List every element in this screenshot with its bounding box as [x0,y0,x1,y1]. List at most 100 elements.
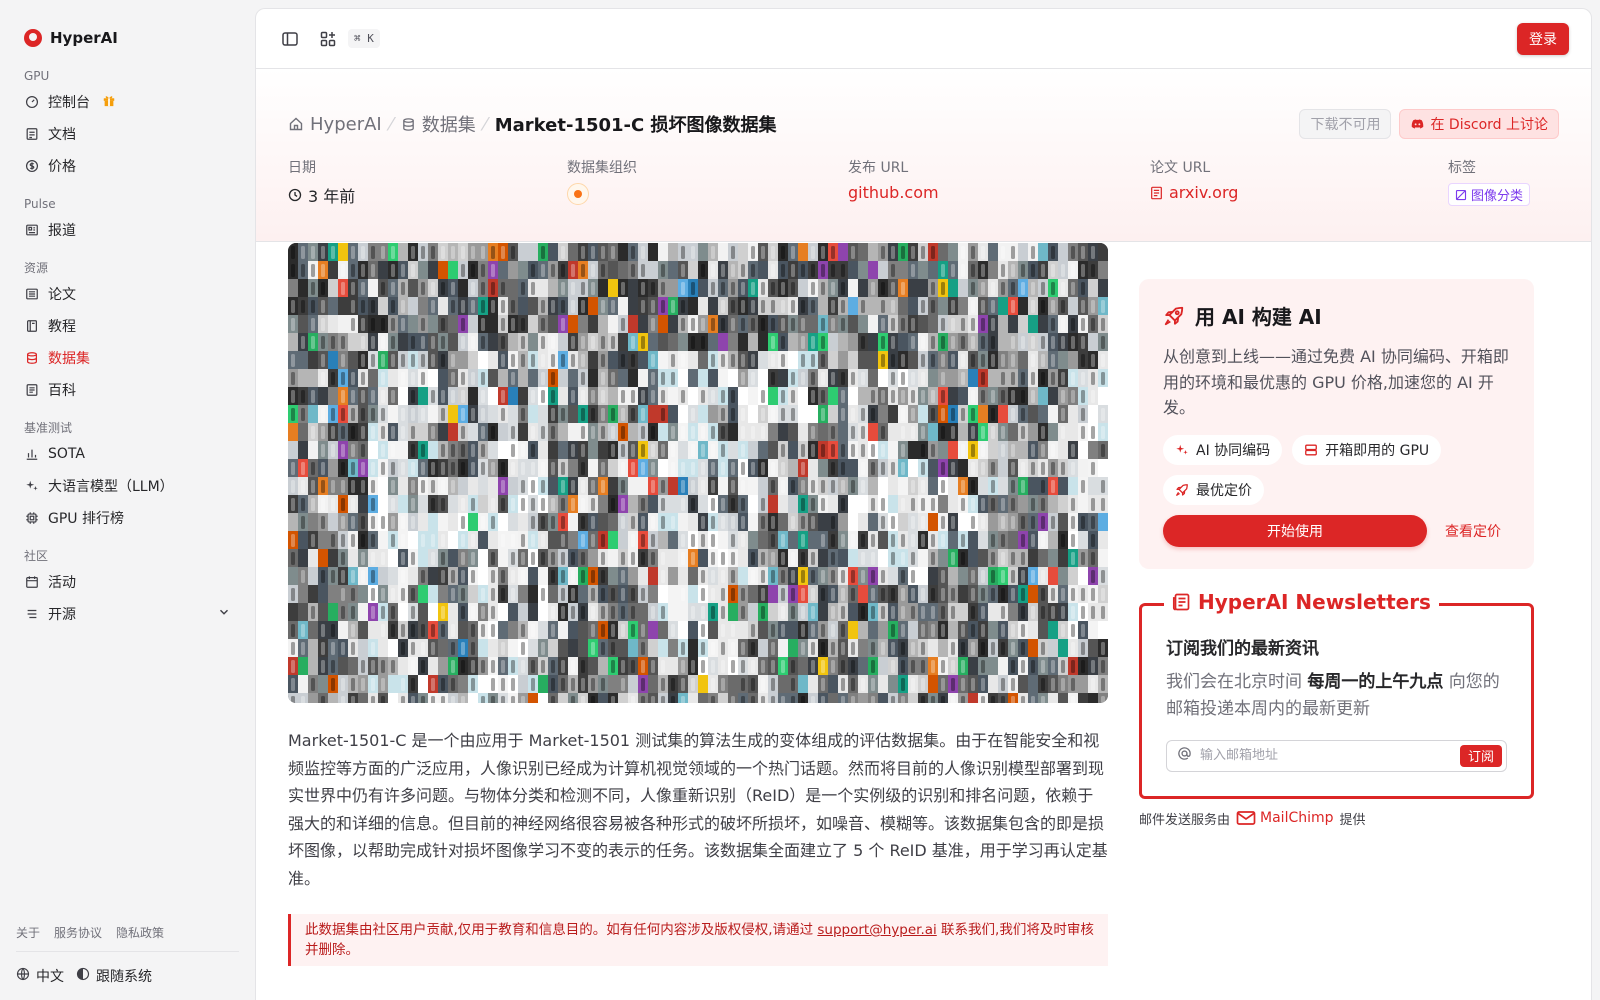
get-started-button[interactable]: 开始使用 [1163,514,1427,547]
sidebar-item-datasets[interactable]: 数据集 [16,342,239,374]
theme-icon [76,967,90,985]
meta-tags: 标签 图像分类 [1448,157,1531,206]
sidebar-item-console[interactable]: 控制台 [16,86,239,118]
feature-chip-label: 最优定价 [1196,482,1252,499]
feature-chip-label: AI 协同编码 [1196,442,1271,459]
gift-icon [102,93,116,111]
doc-icon [24,126,40,142]
meta-publish-label: 发布 URL [848,160,909,176]
paper-icon [24,286,40,302]
mailchimp-note: 邮件发送服务由 MailChimp 提供 [1139,809,1534,828]
mail-note-after: 提供 [1339,812,1366,828]
person-mosaic-image [288,243,1108,703]
footer-link-privacy[interactable]: 隐私政策 [116,924,164,941]
download-button[interactable]: 下载不可用 [1299,109,1392,139]
book-icon [24,318,40,334]
bar-chart-icon [24,446,40,462]
meta-tags-label: 标签 [1448,160,1476,176]
language-label: 中文 [36,969,64,985]
database-icon [24,350,40,366]
mail-icon [1236,811,1256,825]
meta-tags-value: 图像分类 [1448,183,1531,206]
newsletter-text-before: 我们会在北京时间 [1166,671,1308,692]
sidebar-item-pricing[interactable]: 价格 [16,150,239,182]
newsletter-heading: 订阅我们的最新资讯 [1166,638,1319,659]
nav-group-benchmarks: 基准测试 [24,421,73,435]
sidebar-item-label: 文档 [48,127,76,143]
subscribe-button[interactable]: 订阅 [1459,744,1502,767]
theme-label: 跟随系统 [96,969,152,985]
meta-paper-label: 论文 URL [1150,160,1211,176]
mailchimp-label: MailChimp [1260,810,1334,826]
mail-note-before: 邮件发送服务由 [1139,812,1231,828]
sidebar-item-papers[interactable]: 论文 [16,278,239,310]
sidebar-item-label: 百科 [48,383,76,399]
sidebar-item-docs[interactable]: 文档 [16,118,239,150]
sidebar-item-label: 控制台 [48,95,90,111]
sidebar-item-gpu-leaderboard[interactable]: GPU 排行榜 [16,502,239,534]
paper-url-link[interactable]: arxiv.org [1150,183,1238,202]
discord-button[interactable]: 在 Discord 上讨论 [1399,109,1559,139]
publish-url-link[interactable]: github.com [848,183,939,202]
sidebar-item-label: 论文 [48,287,76,303]
sidebar-item-sota[interactable]: SOTA [16,438,239,470]
breadcrumb-datasets-label: 数据集 [421,115,476,136]
sidebar-item-events[interactable]: 活动 [16,566,239,598]
mailchimp-link[interactable]: MailChimp [1236,810,1334,826]
calendar-icon [24,574,40,590]
meta-date-value: 3 年前 [288,183,355,207]
sidebar-footer: 关于 服务协议 隐私政策 中文 跟随系统 [16,924,239,1000]
sidebar-item-wiki[interactable]: 百科 [16,374,239,406]
chevron-down-icon[interactable] [217,605,231,623]
rocket-icon [1164,306,1184,325]
breadcrumb-datasets[interactable]: 数据集 [401,111,476,137]
sidebar-item-label: 大语言模型（LLM） [48,479,174,495]
list-icon [24,606,40,622]
breadcrumb-home[interactable]: HyperAI [288,114,382,135]
sidebar-item-llm[interactable]: 大语言模型（LLM） [16,470,239,502]
organization-avatar[interactable] [567,183,589,205]
theme-switcher[interactable]: 跟随系统 [76,966,152,986]
sidebar: HyperAI GPU 控制台 文档 价格 Pulse 报道 资源 论文 教程 … [0,0,255,1000]
command-menu-button[interactable] [316,27,340,51]
dataset-content: Market-1501-C 是一个由应用于 Market-1501 测试集的算法… [288,243,1108,966]
meta-org-label: 数据集组织 [567,160,637,176]
chip-icon [24,510,40,526]
support-email-link[interactable]: support@hyper.ai [817,922,936,938]
sidebar-item-label: GPU 排行榜 [48,511,124,527]
notice-text-before: 此数据集由社区用户贡献,仅用于教育和信息目的。如有任何内容涉及版权侵权,请通过 [305,922,818,938]
toggle-sidebar-button[interactable] [278,27,302,51]
footer-links: 关于 服务协议 隐私政策 [16,924,239,952]
clock-icon [288,188,302,202]
meta-publish-url: 发布 URL github.com [848,157,939,202]
breadcrumb-home-label: HyperAI [310,113,382,135]
meta-date-label: 日期 [288,160,316,176]
tag-image-classification[interactable]: 图像分类 [1448,183,1531,206]
hyperai-logo-icon [24,29,42,47]
promo-card: 用 AI 构建 AI 从创意到上线——通过免费 AI 协同编码、开箱即用的环境和… [1139,279,1534,569]
meta-organization: 数据集组织 [567,157,637,205]
brand[interactable]: HyperAI [16,0,239,54]
newsletter-schedule: 每周一的上午九点 [1307,671,1444,692]
footer-link-terms[interactable]: 服务协议 [54,924,102,941]
copyright-notice: 此数据集由社区用户贡献,仅用于教育和信息目的。如有任何内容涉及版权侵权,请通过 … [288,914,1108,966]
dataset-cover-image [288,243,1108,703]
sidebar-toggle-icon [282,31,298,46]
language-switcher[interactable]: 中文 [16,966,64,986]
image-icon [1455,189,1467,200]
sidebar-item-tutorials[interactable]: 教程 [16,310,239,342]
sidebar-item-label: 开源 [48,607,76,623]
view-pricing-link[interactable]: 查看定价 [1445,521,1501,541]
file-icon [1151,186,1162,199]
email-input[interactable] [1200,748,1452,763]
sidebar-item-open-source[interactable]: 开源 [16,598,239,630]
login-button[interactable]: 登录 [1517,22,1569,55]
sidebar-item-news[interactable]: 报道 [16,214,239,246]
sidebar-item-label: 报道 [48,223,76,239]
discord-button-label: 在 Discord 上讨论 [1430,117,1548,133]
main-panel: ⌘ K 登录 HyperAI ⁄ 数据集 ⁄ Market-1501-C 损坏图… [255,8,1592,1000]
globe-icon [16,967,30,985]
footer-link-about[interactable]: 关于 [16,924,40,941]
meta-paper-url: 论文 URL arxiv.org [1150,157,1238,202]
right-column: 用 AI 构建 AI 从创意到上线——通过免费 AI 协同编码、开箱即用的环境和… [1139,279,1534,828]
